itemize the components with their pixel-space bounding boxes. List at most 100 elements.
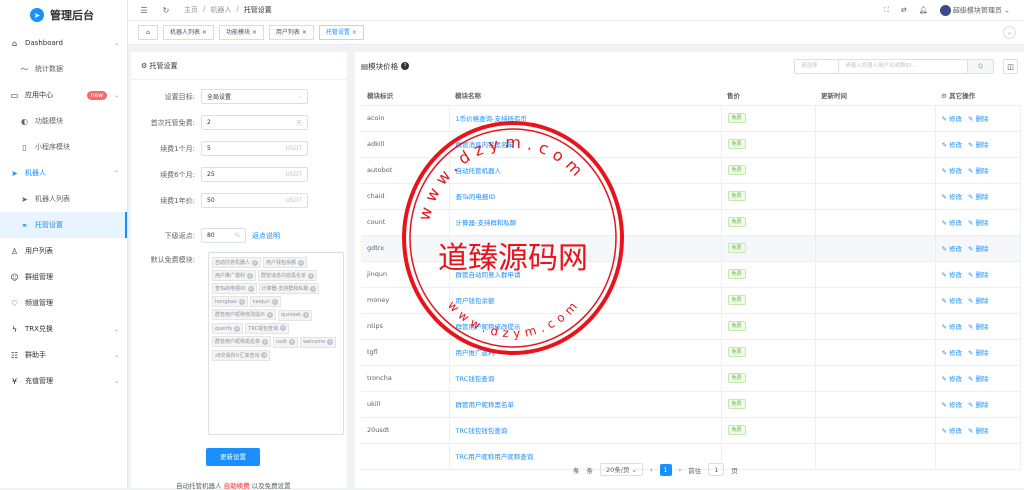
- rebate-help-link[interactable]: 返点说明: [252, 231, 280, 241]
- close-icon[interactable]: ×: [308, 272, 315, 279]
- search-button[interactable]: Q: [967, 60, 993, 73]
- delete-link[interactable]: ✎ 删除: [968, 243, 989, 253]
- edit-link[interactable]: ✎ 修改: [942, 347, 963, 357]
- close-icon[interactable]: ×: [280, 325, 287, 331]
- breadcrumb-robot[interactable]: 机器人: [210, 5, 231, 15]
- cell-name[interactable]: 查Ta的电报ID: [449, 183, 722, 210]
- edit-link[interactable]: ✎ 修改: [942, 191, 963, 201]
- refresh-icon[interactable]: ↻: [160, 6, 172, 15]
- columns-icon[interactable]: ◫: [1003, 59, 1018, 74]
- sidebar-item-4[interactable]: ▯ 小程序模块: [0, 134, 127, 160]
- delete-link[interactable]: ✎ 删除: [968, 191, 989, 201]
- sidebar-item-11[interactable]: ϟ TRX兑换 ⌄: [0, 316, 127, 342]
- tag-home[interactable]: ⌂: [138, 25, 158, 40]
- field-input-4[interactable]: 50 USDT: [201, 193, 308, 208]
- free-modules-select[interactable]: 自动托管机器人 × 用户钱包余额 × 用户推广邀利 × 群管消息内容黑名单 × 查Ta的电报ID…: [208, 252, 344, 435]
- close-icon[interactable]: ×: [288, 339, 295, 345]
- sidebar-item-8[interactable]: ♙ 用户列表: [0, 238, 127, 264]
- update-settings-button[interactable]: 更新设置: [206, 448, 260, 466]
- sidebar-item-5[interactable]: ➤ 机器人 ⌃: [0, 160, 127, 186]
- goto-page-input[interactable]: 1: [708, 463, 725, 476]
- sidebar-item-10[interactable]: ♡ 频道管理: [0, 290, 127, 316]
- user-menu[interactable]: 超级模块管理员 ⌄: [939, 4, 1010, 16]
- delete-link[interactable]: ✎ 删除: [968, 217, 989, 227]
- field-input-3[interactable]: 25 USDT: [201, 167, 308, 182]
- close-icon[interactable]: ×: [261, 352, 268, 358]
- cell-name[interactable]: 自动托管机器人: [449, 157, 722, 184]
- delete-link[interactable]: ✎ 删除: [968, 269, 989, 279]
- close-icon[interactable]: ×: [303, 312, 310, 318]
- edit-link[interactable]: ✎ 修改: [942, 373, 963, 383]
- cell-name[interactable]: 群管自动同意入群申请: [449, 261, 722, 288]
- cell-name[interactable]: 用户钱包余额: [449, 287, 722, 314]
- edit-link[interactable]: ✎ 修改: [942, 139, 963, 149]
- tag-modules[interactable]: 功能模块 ×: [218, 25, 264, 40]
- tag-user-list[interactable]: 用户列表 ×: [268, 25, 314, 40]
- field-input-2[interactable]: 5 USDT: [201, 141, 308, 156]
- edit-link[interactable]: ✎ 修改: [942, 243, 963, 253]
- sidebar-item-13[interactable]: ¥ 充值管理 ⌄: [0, 368, 127, 394]
- tag-hosting-settings[interactable]: 托管设置 ×: [318, 25, 364, 40]
- page-size-select[interactable]: 20条/页 ⌄: [600, 463, 643, 476]
- help-icon[interactable]: ?: [401, 62, 410, 70]
- edit-link[interactable]: ✎ 修改: [942, 321, 963, 331]
- translate-icon[interactable]: ⇄: [901, 6, 907, 14]
- close-icon[interactable]: ×: [234, 325, 241, 332]
- close-icon[interactable]: ×: [247, 272, 254, 279]
- sidebar-item-9[interactable]: ☺ 群组管理: [0, 264, 127, 290]
- cell-name[interactable]: TRC钱包钱包查询: [449, 417, 722, 444]
- edit-link[interactable]: ✎ 修改: [942, 165, 963, 175]
- delete-link[interactable]: ✎ 删除: [968, 373, 989, 383]
- rebate-input[interactable]: 80%: [201, 228, 246, 243]
- chevron-down-icon[interactable]: ⌄: [1003, 26, 1016, 39]
- close-icon[interactable]: ×: [262, 338, 269, 345]
- bell-icon[interactable]: 🔔︎: [919, 6, 928, 14]
- cell-name[interactable]: [449, 235, 722, 262]
- sidebar-item-1[interactable]: 〜统计数据: [0, 56, 127, 82]
- cell-name[interactable]: 用户推广返利: [449, 339, 722, 366]
- edit-link[interactable]: ✎ 修改: [942, 269, 963, 279]
- cell-name[interactable]: 群管用户昵称黑名单: [449, 391, 722, 418]
- next-page-icon[interactable]: ›: [679, 466, 682, 474]
- delete-link[interactable]: ✎ 删除: [968, 295, 989, 305]
- cell-name[interactable]: 群管消息内容黑名单: [449, 131, 722, 158]
- close-icon[interactable]: ×: [298, 259, 305, 266]
- edit-link[interactable]: ✎ 修改: [942, 295, 963, 305]
- fullscreen-icon[interactable]: ⛶: [884, 6, 889, 15]
- sidebar-item-2[interactable]: ▭ 应用中心 new ⌄: [0, 82, 127, 108]
- app-logo[interactable]: ➤ 管理后台: [0, 0, 127, 30]
- close-icon[interactable]: ×: [238, 298, 245, 305]
- prev-page-icon[interactable]: ‹: [650, 466, 653, 474]
- breadcrumb-home[interactable]: 主页: [184, 5, 198, 15]
- edit-link[interactable]: ✎ 修改: [942, 399, 963, 409]
- delete-link[interactable]: ✎ 删除: [968, 139, 989, 149]
- cell-name[interactable]: 1币价格查询-支持所有币: [449, 105, 722, 132]
- field-input-1[interactable]: 2天: [201, 115, 308, 130]
- tag-robot-list[interactable]: 机器人列表 ×: [163, 25, 214, 40]
- sidebar-item-12[interactable]: ☷ 群助手 ⌄: [0, 342, 127, 368]
- menu-fold-icon[interactable]: ☰: [138, 6, 150, 15]
- sidebar-item-7[interactable]: ⚭ 托管设置: [0, 212, 127, 238]
- edit-link[interactable]: ✎ 修改: [942, 425, 963, 435]
- sidebar-item-6[interactable]: ➤ 机器人列表: [0, 186, 127, 212]
- close-icon[interactable]: ×: [247, 285, 254, 292]
- cell-name[interactable]: 群管用户昵称修改提示: [449, 313, 722, 340]
- delete-link[interactable]: ✎ 删除: [968, 347, 989, 357]
- delete-link[interactable]: ✎ 删除: [968, 425, 989, 435]
- current-page[interactable]: 1: [659, 463, 672, 476]
- sidebar-item-0[interactable]: ⌂ Dashboard ⌄: [0, 30, 127, 56]
- delete-link[interactable]: ✎ 删除: [968, 165, 989, 175]
- sidebar-item-3[interactable]: ◐ 功能模块: [0, 108, 127, 134]
- close-icon[interactable]: ×: [310, 285, 317, 292]
- cell-name[interactable]: TRC钱包查询: [449, 365, 722, 392]
- close-icon[interactable]: ×: [267, 311, 274, 318]
- delete-link[interactable]: ✎ 删除: [968, 321, 989, 331]
- close-icon[interactable]: ×: [271, 298, 278, 305]
- field-input-0[interactable]: 全局设置 ⌄: [201, 89, 308, 104]
- close-icon[interactable]: ×: [327, 339, 334, 345]
- close-icon[interactable]: ×: [252, 259, 259, 266]
- delete-link[interactable]: ✎ 删除: [968, 399, 989, 409]
- delete-link[interactable]: ✎ 删除: [968, 113, 989, 123]
- filter-select[interactable]: 请选择: [795, 60, 839, 73]
- cell-name[interactable]: 计算器-支持群和私聊: [449, 209, 722, 236]
